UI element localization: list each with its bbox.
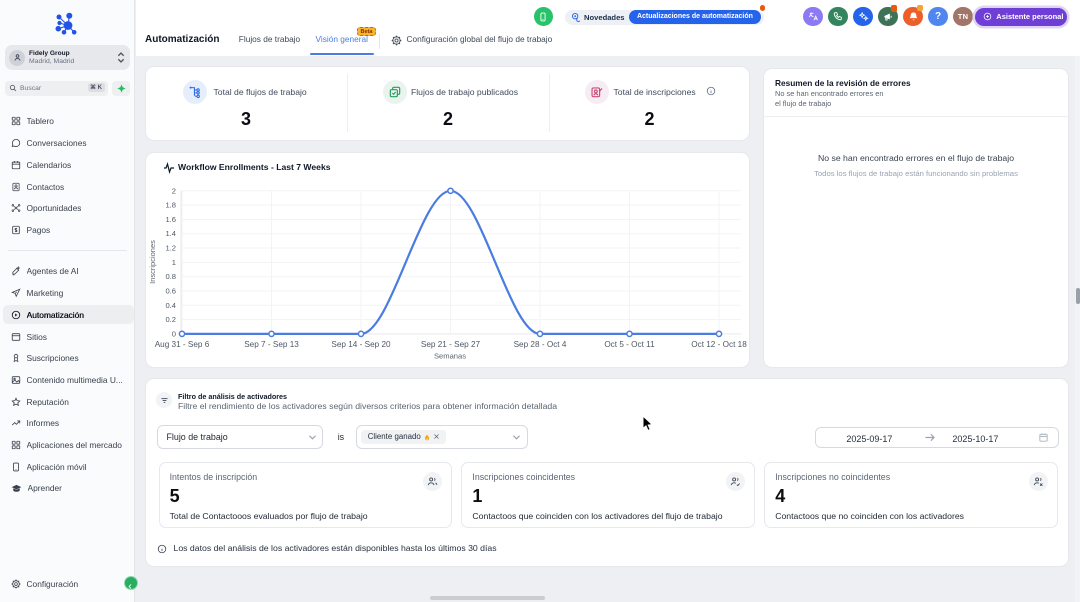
svg-text:0.6: 0.6 xyxy=(165,287,176,296)
svg-text:Aug 31 - Sep 6: Aug 31 - Sep 6 xyxy=(155,340,210,349)
svg-text:1.2: 1.2 xyxy=(165,244,176,253)
svg-text:1: 1 xyxy=(172,258,176,267)
svg-text:Semanas: Semanas xyxy=(434,352,466,361)
svg-text:Oct 5 - Oct 11: Oct 5 - Oct 11 xyxy=(604,340,655,349)
svg-text:0: 0 xyxy=(172,329,176,338)
svg-text:1.6: 1.6 xyxy=(165,215,176,224)
svg-text:Oct 12 - Oct 18: Oct 12 - Oct 18 xyxy=(691,340,747,349)
svg-text:Sep 14 - Sep 20: Sep 14 - Sep 20 xyxy=(331,340,391,349)
svg-text:1.8: 1.8 xyxy=(165,201,176,210)
svg-text:0.8: 0.8 xyxy=(165,272,176,281)
svg-text:1.4: 1.4 xyxy=(165,229,176,238)
svg-text:Sep 7 - Sep 13: Sep 7 - Sep 13 xyxy=(244,340,299,349)
svg-text:Sep 28 - Oct 4: Sep 28 - Oct 4 xyxy=(514,340,567,349)
svg-text:0.4: 0.4 xyxy=(165,301,176,310)
svg-text:2: 2 xyxy=(172,186,176,195)
svg-text:Inscripciones: Inscripciones xyxy=(148,240,157,284)
svg-text:Sep 21 - Sep 27: Sep 21 - Sep 27 xyxy=(421,340,481,349)
svg-text:0.2: 0.2 xyxy=(165,315,176,324)
